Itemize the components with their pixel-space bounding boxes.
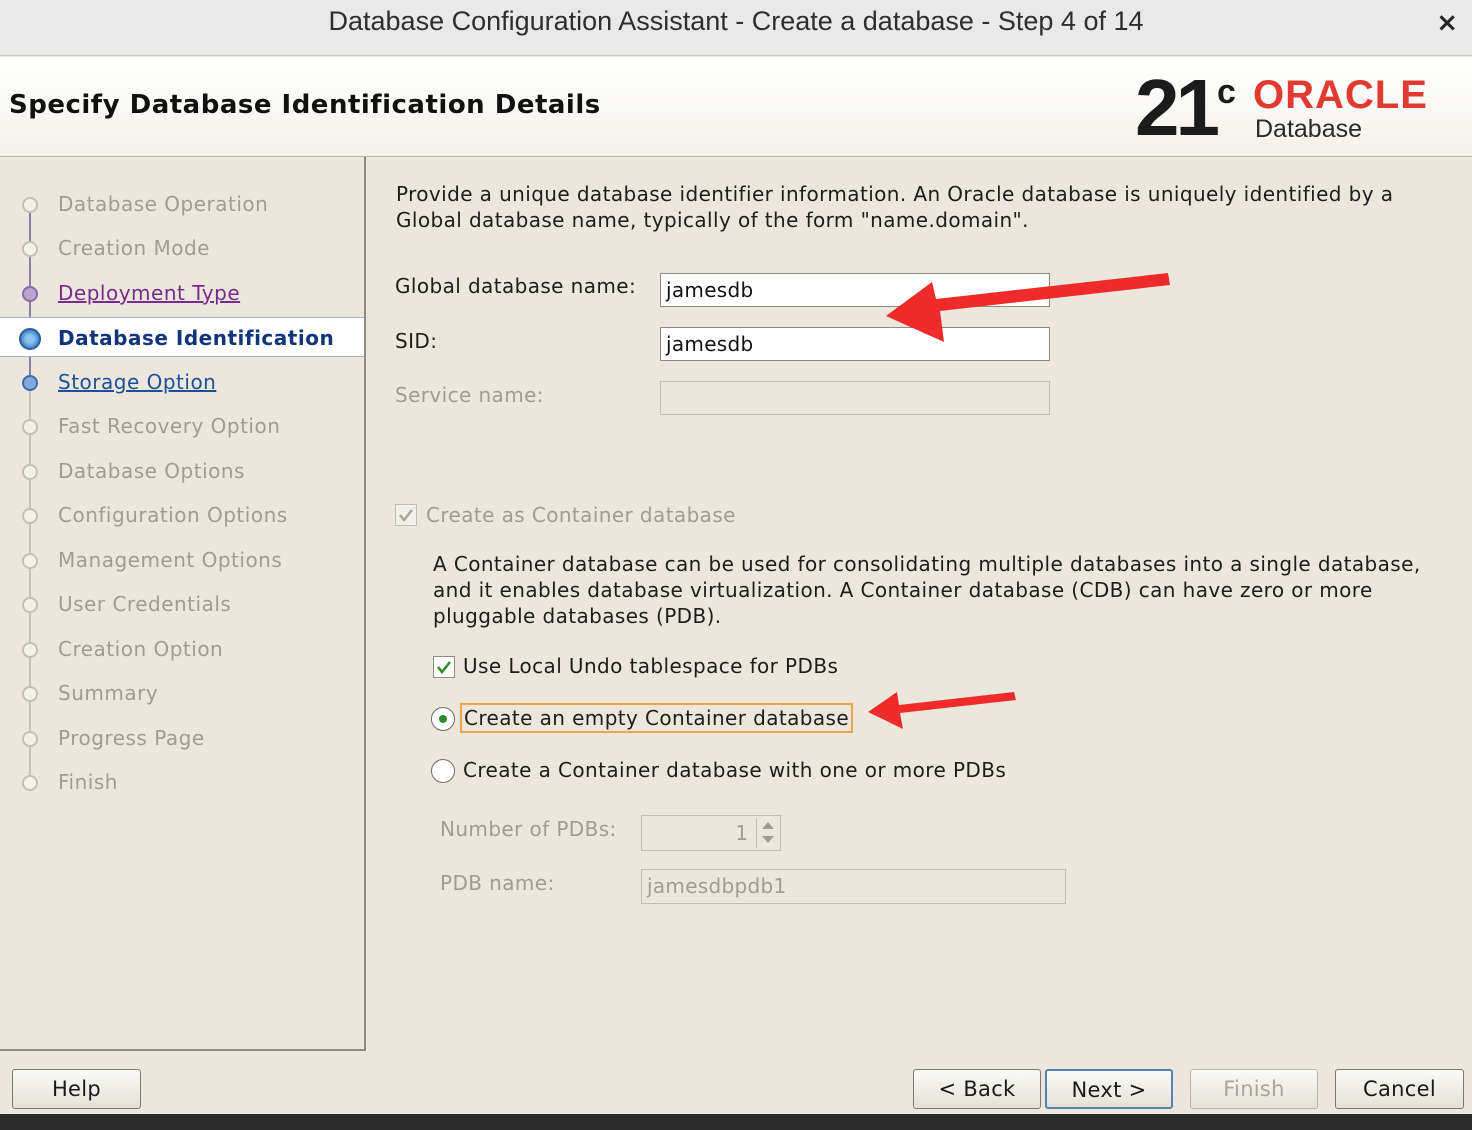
- steps-sidebar: Database Operation Creation Mode Deploym…: [0, 157, 366, 1051]
- step-management-options: Management Options: [0, 540, 364, 580]
- cdb-with-pdbs-radio[interactable]: [431, 759, 455, 783]
- cancel-button[interactable]: Cancel: [1335, 1069, 1464, 1109]
- step-label: Configuration Options: [58, 503, 288, 527]
- step-database-identification[interactable]: Database Identification: [0, 317, 364, 357]
- help-button[interactable]: Help: [12, 1069, 141, 1109]
- logo-version-sup: c: [1217, 73, 1236, 111]
- step-label: Management Options: [58, 548, 283, 572]
- finish-button: Finish: [1190, 1069, 1318, 1109]
- step-database-options: Database Options: [0, 451, 364, 491]
- step-dot-current: [19, 328, 41, 350]
- logo-product: Database: [1255, 115, 1363, 143]
- step-dot: [22, 286, 38, 302]
- step-deployment-type[interactable]: Deployment Type: [0, 273, 364, 313]
- step-dot: [22, 731, 38, 747]
- global-db-name-field[interactable]: jamesdb: [660, 273, 1050, 307]
- bottom-strip: [0, 1114, 1472, 1130]
- step-label: User Credentials: [58, 592, 232, 616]
- step-dot: [22, 464, 38, 480]
- container-db-label: Create as Container database: [426, 503, 736, 527]
- title-bar: Database Configuration Assistant - Creat…: [0, 0, 1472, 56]
- service-name-label: Service name:: [395, 383, 544, 407]
- step-label: Database Options: [58, 459, 245, 483]
- check-icon: [437, 661, 451, 675]
- intro-line-2: Global database name, typically of the f…: [396, 208, 1029, 232]
- pdb-name-label: PDB name:: [440, 871, 555, 895]
- num-pdbs-value: 1: [735, 821, 748, 845]
- spinner-buttons: [756, 818, 778, 848]
- step-dot: [22, 508, 38, 524]
- cdb-desc-line-1: A Container database can be used for con…: [433, 552, 1421, 576]
- spinner-down-icon: [762, 836, 774, 843]
- step-label: Database Operation: [58, 192, 269, 216]
- empty-cdb-label[interactable]: Create an empty Container database: [460, 703, 854, 733]
- intro-text: Provide a unique database identifier inf…: [396, 181, 1446, 233]
- step-dot: [22, 597, 38, 613]
- step-label: Creation Option: [58, 637, 224, 661]
- step-finish: Finish: [0, 762, 364, 802]
- intro-line-1: Provide a unique database identifier inf…: [396, 182, 1394, 206]
- step-label: Progress Page: [58, 726, 205, 750]
- step-dot: [22, 241, 38, 257]
- global-db-name-label: Global database name:: [395, 274, 637, 298]
- check-icon: [399, 509, 413, 523]
- step-user-credentials: User Credentials: [0, 584, 364, 624]
- step-dot: [22, 775, 38, 791]
- cdb-description: A Container database can be used for con…: [433, 551, 1463, 629]
- step-label[interactable]: Storage Option: [58, 370, 216, 394]
- step-dot: [22, 642, 38, 658]
- spinner-up-icon: [762, 822, 774, 829]
- back-button[interactable]: < Back: [913, 1069, 1041, 1109]
- step-label: Finish: [58, 770, 118, 794]
- cdb-desc-line-2: and it enables database virtualization. …: [433, 578, 1373, 602]
- window-title: Database Configuration Assistant - Creat…: [328, 6, 1144, 36]
- page-title: Specify Database Identification Details: [9, 90, 601, 120]
- step-creation-option: Creation Option: [0, 629, 364, 669]
- local-undo-checkbox[interactable]: [433, 656, 455, 678]
- step-database-operation: Database Operation: [0, 184, 364, 224]
- step-label[interactable]: Deployment Type: [58, 281, 240, 305]
- step-summary: Summary: [0, 673, 364, 713]
- sid-field[interactable]: jamesdb: [660, 327, 1050, 361]
- num-pdbs-spinner: 1: [641, 815, 781, 851]
- main-panel: Provide a unique database identifier inf…: [368, 157, 1472, 1051]
- oracle-logo: 21 c ORACLE Database: [1135, 63, 1465, 153]
- cdb-desc-line-3: pluggable databases (PDB).: [433, 604, 722, 628]
- radio-selected-dot: [439, 715, 447, 723]
- step-dot: [22, 419, 38, 435]
- local-undo-label[interactable]: Use Local Undo tablespace for PDBs: [463, 654, 838, 678]
- step-dot: [22, 197, 38, 213]
- step-progress-page: Progress Page: [0, 718, 364, 758]
- close-icon[interactable]: ×: [1436, 8, 1458, 38]
- cdb-with-pdbs-label[interactable]: Create a Container database with one or …: [463, 758, 1006, 782]
- next-button[interactable]: Next >: [1045, 1069, 1173, 1109]
- step-fast-recovery-option: Fast Recovery Option: [0, 406, 364, 446]
- container-db-checkbox: [395, 504, 417, 526]
- logo-version: 21: [1135, 63, 1220, 152]
- step-dot: [22, 375, 38, 391]
- service-name-field: [660, 381, 1050, 415]
- logo-brand: ORACLE: [1253, 73, 1428, 117]
- step-creation-mode: Creation Mode: [0, 228, 364, 268]
- step-dot: [22, 553, 38, 569]
- step-dot: [22, 686, 38, 702]
- step-configuration-options: Configuration Options: [0, 495, 364, 535]
- step-label: Fast Recovery Option: [58, 414, 281, 438]
- num-pdbs-label: Number of PDBs:: [440, 817, 617, 841]
- step-label: Summary: [58, 681, 159, 705]
- sid-label: SID:: [395, 329, 438, 353]
- page-header: Specify Database Identification Details …: [0, 57, 1472, 157]
- step-label: Creation Mode: [58, 236, 210, 260]
- step-storage-option[interactable]: Storage Option: [0, 362, 364, 402]
- pdb-name-field: jamesdbpdb1: [641, 869, 1066, 904]
- empty-cdb-radio[interactable]: [431, 707, 455, 731]
- step-label: Database Identification: [58, 326, 335, 350]
